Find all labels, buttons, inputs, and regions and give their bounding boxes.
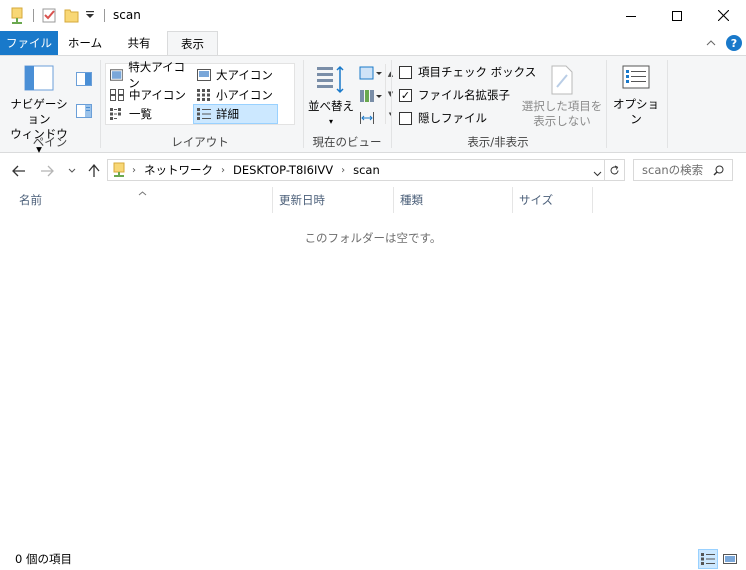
file-extensions-toggle[interactable]: ✓ ファイル名拡張子 bbox=[399, 86, 510, 104]
chevron-up-icon[interactable] bbox=[706, 36, 716, 49]
tab-file[interactable]: ファイル bbox=[0, 31, 58, 55]
layout-gallery: 特大アイコン 大アイコン 中アイコン 小アイコン 一覧 詳細 ▲ ▼ ▾ bbox=[105, 60, 393, 125]
up-arrow-icon bbox=[88, 164, 100, 177]
nav-pane-label-1: ナビゲーション bbox=[10, 97, 68, 126]
chevron-down-icon: ▾ bbox=[328, 117, 333, 126]
preview-pane-icon[interactable] bbox=[76, 72, 92, 89]
breadcrumb-separator[interactable]: › bbox=[338, 165, 348, 176]
hidden-items-checkbox[interactable] bbox=[399, 111, 412, 125]
large-icons-icon bbox=[197, 69, 211, 81]
current-view-group-label: 現在のビュー bbox=[312, 135, 382, 149]
layout-extra-large-icons[interactable]: 特大アイコン bbox=[107, 60, 193, 90]
layout-list[interactable]: 一覧 bbox=[107, 105, 193, 123]
forward-button[interactable] bbox=[37, 160, 57, 182]
maximize-button[interactable] bbox=[654, 0, 700, 31]
tab-view[interactable]: 表示 bbox=[167, 31, 218, 56]
minimize-button[interactable] bbox=[608, 0, 654, 31]
maximize-icon bbox=[672, 10, 682, 21]
navigation-bar: › ネットワーク › DESKTOP-T8I6IVV › scan scanの検… bbox=[0, 158, 746, 184]
details-view-button[interactable] bbox=[698, 549, 718, 569]
layout-small-icons[interactable]: 小アイコン bbox=[194, 86, 280, 104]
pane-group-label: ペイン bbox=[32, 135, 68, 149]
breadcrumb-network[interactable]: ネットワーク bbox=[139, 162, 218, 178]
column-header-type[interactable]: 種類 bbox=[394, 187, 513, 213]
hide-selected-icon bbox=[551, 65, 573, 95]
details-view-icon bbox=[701, 553, 715, 565]
properties-check-icon[interactable] bbox=[42, 7, 57, 25]
back-button[interactable] bbox=[9, 160, 29, 182]
medium-icons-icon bbox=[110, 89, 124, 101]
breadcrumb-computer[interactable]: DESKTOP-T8I6IVV bbox=[228, 163, 338, 177]
size-columns-to-fit-icon[interactable] bbox=[359, 111, 375, 128]
status-bar: 0 個の項目 bbox=[0, 546, 746, 570]
layout-medium-icons[interactable]: 中アイコン bbox=[107, 86, 193, 104]
chevron-down-icon bbox=[68, 168, 76, 173]
breadcrumb-separator[interactable]: › bbox=[129, 165, 139, 176]
navigation-pane-icon bbox=[24, 65, 54, 91]
refresh-button[interactable] bbox=[604, 160, 624, 180]
layout-large-icons[interactable]: 大アイコン bbox=[194, 66, 280, 84]
address-bar[interactable]: › ネットワーク › DESKTOP-T8I6IVV › scan bbox=[107, 159, 625, 181]
window-title: scan bbox=[113, 8, 141, 22]
column-header-name[interactable]: 名前 bbox=[13, 187, 273, 213]
list-view-icon bbox=[110, 108, 121, 120]
new-folder-icon[interactable] bbox=[64, 7, 79, 25]
close-icon bbox=[717, 10, 729, 21]
address-history-icon[interactable] bbox=[593, 166, 602, 180]
sort-by-icon bbox=[317, 65, 344, 94]
title-bar: scan bbox=[0, 0, 746, 31]
ribbon: ナビゲーション ウィンドウ ▾ ペイン 特大アイコン 大アイコン 中アイコン 小… bbox=[0, 55, 746, 156]
folder-properties-icon[interactable] bbox=[10, 7, 24, 25]
show-hide-group-label: 表示/非表示 bbox=[467, 135, 529, 149]
column-header-date-modified[interactable]: 更新日時 bbox=[273, 187, 394, 213]
breadcrumb-separator[interactable]: › bbox=[218, 165, 228, 176]
forward-arrow-icon bbox=[41, 165, 54, 177]
sort-by-button[interactable]: 並べ替え ▾ bbox=[307, 65, 355, 129]
up-button[interactable] bbox=[84, 160, 104, 182]
refresh-icon bbox=[610, 165, 619, 174]
hide-selected-items-button[interactable]: 選択した項目を 表示しない bbox=[520, 65, 604, 129]
item-checkboxes-checkbox[interactable] bbox=[399, 65, 412, 79]
search-box[interactable]: scanの検索 bbox=[633, 159, 733, 181]
extra-large-icons-icon bbox=[110, 69, 124, 81]
column-header-size[interactable]: サイズ bbox=[513, 187, 593, 213]
file-extensions-checkbox[interactable]: ✓ bbox=[399, 88, 412, 102]
options-button[interactable]: オプション bbox=[610, 65, 662, 127]
item-count: 0 個の項目 bbox=[15, 552, 72, 566]
search-placeholder: scanの検索 bbox=[642, 163, 704, 177]
small-icons-icon bbox=[197, 89, 210, 101]
layout-gallery-scroll[interactable]: ▲ ▼ ▾ bbox=[385, 64, 395, 124]
hidden-items-toggle[interactable]: 隠しファイル bbox=[399, 109, 487, 127]
layout-details[interactable]: 詳細 bbox=[193, 104, 278, 124]
breadcrumb-current-folder[interactable]: scan bbox=[348, 163, 385, 177]
layout-group-label: レイアウト bbox=[171, 135, 229, 149]
divider bbox=[104, 9, 105, 22]
tab-share[interactable]: 共有 bbox=[114, 31, 164, 55]
details-pane-icon[interactable] bbox=[76, 104, 92, 121]
customize-quick-access-icon[interactable] bbox=[85, 10, 95, 28]
large-icons-view-button[interactable] bbox=[720, 549, 740, 569]
search-icon[interactable] bbox=[713, 165, 724, 179]
network-folder-icon bbox=[108, 162, 129, 178]
ribbon-tabs: ファイル ホーム 共有 表示 ? bbox=[0, 31, 746, 56]
group-divider bbox=[667, 60, 668, 148]
large-icons-view-icon bbox=[723, 554, 737, 564]
details-view-icon bbox=[197, 108, 211, 120]
options-icon bbox=[622, 65, 650, 89]
divider bbox=[33, 9, 34, 22]
empty-folder-message: このフォルダーは空です。 bbox=[304, 231, 442, 245]
back-arrow-icon bbox=[12, 165, 25, 177]
group-by-icon[interactable] bbox=[359, 66, 383, 83]
minimize-icon bbox=[626, 15, 636, 17]
close-button[interactable] bbox=[700, 0, 746, 31]
help-icon[interactable]: ? bbox=[726, 35, 742, 51]
recent-locations-button[interactable] bbox=[62, 160, 82, 182]
add-columns-icon[interactable] bbox=[359, 88, 383, 107]
group-divider bbox=[606, 60, 607, 148]
item-checkboxes-toggle[interactable]: 項目チェック ボックス bbox=[399, 63, 536, 81]
tab-home[interactable]: ホーム bbox=[60, 31, 110, 55]
